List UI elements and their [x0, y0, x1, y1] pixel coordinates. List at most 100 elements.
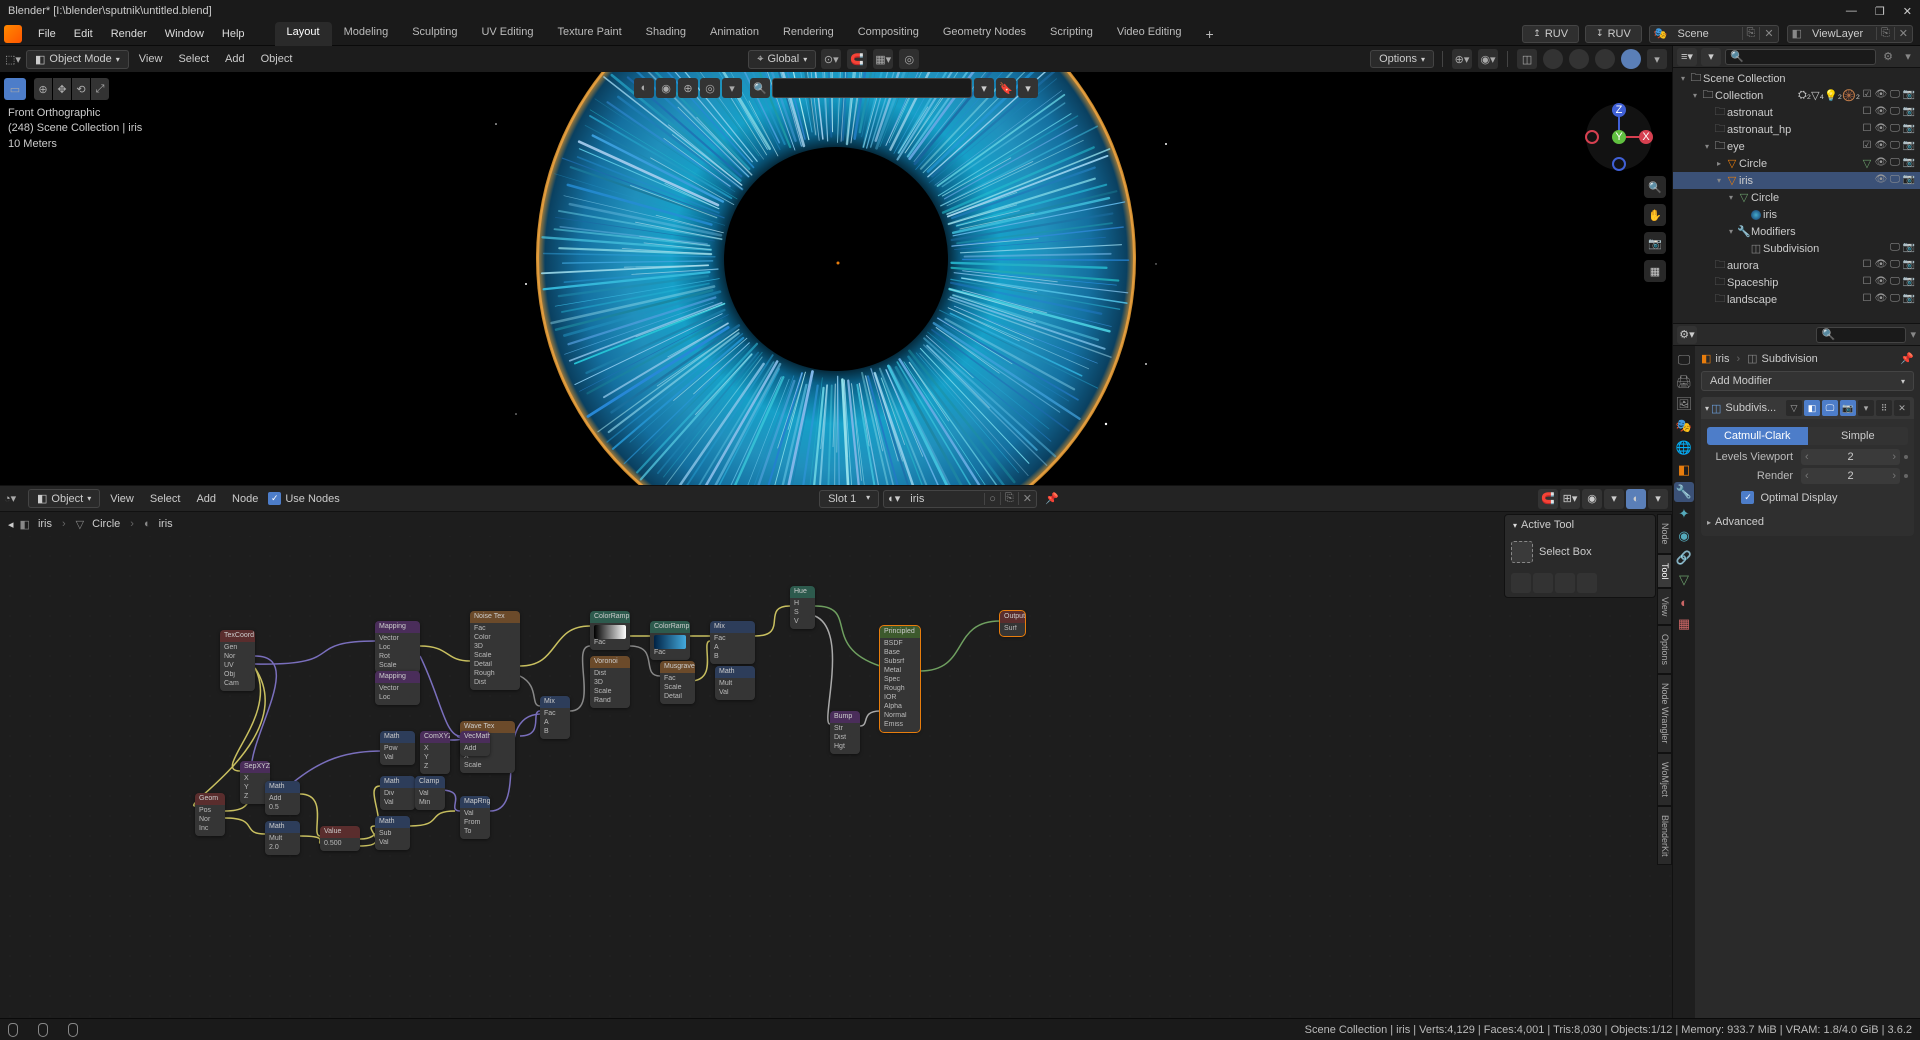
snap-toggle[interactable]: 🧲	[847, 49, 867, 69]
pivot-dropdown[interactable]: ⊙▾	[821, 49, 841, 69]
viewlayer-selector[interactable]: ◧ ViewLayer ⎘ ✕	[1787, 25, 1913, 43]
perspective-icon[interactable]: ▦	[1644, 260, 1666, 282]
shading-rendered[interactable]	[1621, 49, 1641, 69]
node-mapping[interactable]: MappingVectorLocRotScale	[375, 621, 420, 673]
rotate-tool[interactable]: ⟲	[72, 78, 90, 100]
select-set-icon[interactable]	[1511, 573, 1531, 593]
tab-particles[interactable]: ✦	[1674, 504, 1694, 524]
ne-snap-dropdown[interactable]: ⊞▾	[1560, 489, 1580, 509]
ne-overlay-toggle[interactable]: ◉	[1582, 489, 1602, 509]
workspace-videoediting[interactable]: Video Editing	[1105, 22, 1194, 46]
outliner-aurora[interactable]: 🗀 aurora ☐👁🖵📷	[1673, 257, 1920, 274]
node-mixrgb-2[interactable]: MixFacAB	[710, 621, 755, 664]
node-texcoord[interactable]: TexCoordGenNorUVObjCam	[220, 630, 255, 691]
outliner-iris[interactable]: ▾▽ iris 👁🖵📷	[1673, 172, 1920, 189]
tab-modifiers[interactable]: 🔧	[1674, 482, 1694, 502]
menu-edit[interactable]: Edit	[66, 25, 101, 43]
show-overlay-icon[interactable]: ⊕	[678, 78, 698, 98]
node-vecmath[interactable]: VecMathAdd	[460, 731, 490, 756]
orientation-dropdown[interactable]: ⌖Global▾	[748, 50, 816, 69]
camera-icon[interactable]: 📷	[1644, 232, 1666, 254]
workspace-modeling[interactable]: Modeling	[332, 22, 401, 46]
workspace-layout[interactable]: Layout	[275, 22, 332, 46]
material-slot-dropdown[interactable]: Slot 1 ▾	[819, 490, 879, 508]
outliner-tree[interactable]: ▾🗀 Scene Collection ▾🗀 Collection ⛭₂▽₄💡₂…	[1673, 68, 1920, 323]
pin-icon[interactable]: 📌	[1900, 352, 1914, 365]
node-colorramp-2[interactable]: ColorRampFac	[650, 621, 690, 660]
ruv-send-button[interactable]: ↥RUV	[1522, 25, 1579, 43]
material-link-button[interactable]: ○	[984, 493, 1000, 505]
node-editor-type-dropdown[interactable]: ◔▾	[4, 492, 24, 505]
menu-render[interactable]: Render	[103, 25, 155, 43]
overlay-toggle[interactable]: ◉▾	[1478, 49, 1498, 69]
node-maprange[interactable]: MapRngValFromTo	[460, 796, 490, 839]
viewlayer-delete-button[interactable]: ✕	[1894, 27, 1912, 40]
mod-on-cage-toggle[interactable]: ▽	[1786, 400, 1802, 416]
bookmark-dropdown[interactable]: ▾	[974, 78, 994, 98]
sidetab-womject[interactable]: WoMject	[1657, 753, 1672, 806]
mod-extras-dropdown[interactable]: ▾	[1858, 400, 1874, 416]
viewport-object-menu[interactable]: Object	[255, 51, 299, 67]
close-button[interactable]: ✕	[1903, 5, 1912, 18]
sidetab-tool[interactable]: Tool	[1657, 554, 1672, 589]
sidetab-node[interactable]: Node	[1657, 514, 1672, 554]
node-clamp[interactable]: ClampValMin	[415, 776, 445, 810]
shader-type-dropdown[interactable]: ◧Object▾	[28, 489, 100, 508]
node-voronoi[interactable]: VoronoiDist3DScaleRand	[590, 656, 630, 708]
scale-tool[interactable]: ⤢	[91, 78, 109, 100]
outliner-circle-data[interactable]: ▾▽ Circle	[1673, 189, 1920, 206]
ne-view-menu[interactable]: View	[104, 491, 140, 507]
node-math-6[interactable]: MathSubVal	[375, 816, 410, 850]
mod-render-toggle[interactable]: 📷	[1840, 400, 1856, 416]
zoom-icon[interactable]: 🔍	[1644, 176, 1666, 198]
tab-data[interactable]: ▽	[1674, 570, 1694, 590]
outliner-astronaut-hp[interactable]: 🗀 astronaut_hp ☐👁🖵📷	[1673, 121, 1920, 138]
material-unlink-button[interactable]: ✕	[1018, 492, 1036, 505]
search-icon[interactable]: 🔍	[750, 78, 770, 98]
minimize-button[interactable]: —	[1846, 5, 1857, 18]
anim-dot[interactable]	[1904, 474, 1908, 478]
editor-type-dropdown[interactable]: ⬚▾	[4, 50, 22, 68]
workspace-geometrynodes[interactable]: Geometry Nodes	[931, 22, 1038, 46]
select-subtract-icon[interactable]	[1555, 573, 1575, 593]
ne-backdrop-toggle[interactable]: ◐	[1626, 489, 1646, 509]
sidetab-blenderkit[interactable]: BlenderKit	[1657, 806, 1672, 866]
node-colorramp[interactable]: ColorRampFac	[590, 611, 630, 650]
ne-node-menu[interactable]: Node	[226, 491, 264, 507]
outliner-circle[interactable]: ▸▽ Circle ▽ 👁🖵📷	[1673, 155, 1920, 172]
scene-new-button[interactable]: ⎘	[1742, 27, 1760, 40]
shading-wireframe[interactable]	[1543, 49, 1563, 69]
select-intersect-icon[interactable]	[1577, 573, 1597, 593]
node-combxyz[interactable]: ComXYZXYZ	[420, 731, 450, 774]
subdivision-type-toggle[interactable]: Catmull-Clark Simple	[1707, 427, 1908, 445]
shader-node-editor[interactable]: ◔▾ ◧Object▾ View Select Add Node ✓Use No…	[0, 486, 1672, 1018]
ruv-get-button[interactable]: ↧RUV	[1585, 25, 1642, 43]
workspace-sculpting[interactable]: Sculpting	[400, 22, 469, 46]
sidetab-options[interactable]: Options	[1657, 625, 1672, 674]
select-tool[interactable]: ▭	[4, 78, 26, 100]
node-hue[interactable]: HueHSV	[790, 586, 815, 629]
workspace-compositing[interactable]: Compositing	[846, 22, 931, 46]
proportional-toggle[interactable]: ◎	[899, 49, 919, 69]
menu-window[interactable]: Window	[157, 25, 212, 43]
modifier-header[interactable]: ▾ ◫ Subdivis... ▽ ◧ 🖵 📷 ▾ ⠿ ✕	[1701, 397, 1914, 419]
advanced-panel-header[interactable]: Advanced	[1707, 512, 1908, 532]
scene-delete-button[interactable]: ✕	[1759, 27, 1777, 40]
workspace-scripting[interactable]: Scripting	[1038, 22, 1105, 46]
tab-material[interactable]: ◐	[1674, 592, 1694, 612]
show-selectable-toggle[interactable]: ◐	[634, 78, 654, 98]
node-math-3[interactable]: MathMult2.0	[265, 821, 300, 855]
pan-icon[interactable]: ✋	[1644, 204, 1666, 226]
tab-object[interactable]: ◧	[1674, 460, 1694, 480]
use-nodes-checkbox[interactable]: ✓Use Nodes	[268, 492, 339, 505]
mod-realtime-toggle[interactable]: 🖵	[1822, 400, 1838, 416]
render-levels-input[interactable]: 2	[1801, 468, 1900, 484]
levels-viewport-input[interactable]: 2	[1801, 449, 1900, 465]
ne-select-menu[interactable]: Select	[144, 491, 187, 507]
outliner-iris-material[interactable]: iris	[1673, 206, 1920, 223]
node-math-5[interactable]: MathDivVal	[380, 776, 415, 810]
menu-help[interactable]: Help	[214, 25, 253, 43]
3d-viewport[interactable]: ⬚▾ ◧Object Mode▾ View Select Add Object …	[0, 46, 1672, 486]
outliner-newcoll-button[interactable]: ▾	[1900, 49, 1916, 65]
ne-backdrop-dropdown[interactable]: ▾	[1648, 489, 1668, 509]
